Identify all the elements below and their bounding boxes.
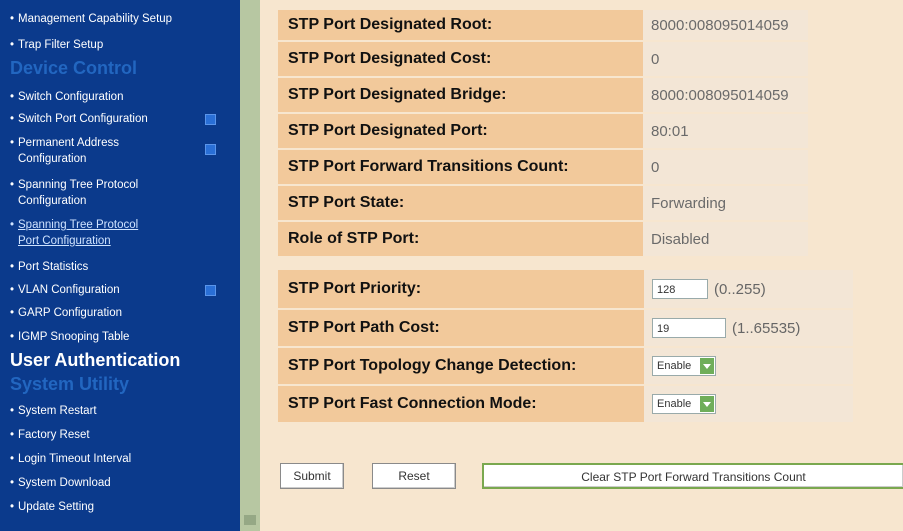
submenu-arrow-icon[interactable] xyxy=(205,285,216,296)
row-label: STP Port Priority: xyxy=(278,270,644,308)
topology-change-select[interactable]: Enable xyxy=(652,356,716,376)
row-value: 80:01 xyxy=(643,114,808,148)
table-row: STP Port Fast Connection Mode: Enable xyxy=(278,386,853,422)
nav-login-timeout-interval[interactable]: • Login Timeout Interval xyxy=(10,452,131,466)
table-row: STP Port State: Forwarding xyxy=(278,186,808,220)
nav-stp-configuration[interactable]: • Spanning Tree Protocol xyxy=(10,178,138,192)
nav-label: Permanent Address xyxy=(18,137,120,149)
chevron-down-icon[interactable] xyxy=(700,358,714,374)
main-content: STP Port Designated Root: 8000:008095014… xyxy=(260,0,903,531)
nav-update-setting[interactable]: • Update Setting xyxy=(10,500,94,514)
row-label: STP Port Designated Bridge: xyxy=(278,78,643,112)
nav-label: Port Configuration xyxy=(18,235,111,247)
submenu-arrow-icon[interactable] xyxy=(205,114,216,125)
nav-label: System Download xyxy=(18,477,111,489)
table-row: STP Port Forward Transitions Count: 0 xyxy=(278,150,808,184)
table-row: STP Port Priority: 128 (0..255) xyxy=(278,270,853,308)
nav-label: GARP Configuration xyxy=(18,307,122,319)
row-label: STP Port Forward Transitions Count: xyxy=(278,150,643,184)
clear-transitions-count-button[interactable]: Clear STP Port Forward Transitions Count xyxy=(482,463,903,489)
config-table: STP Port Priority: 128 (0..255) STP Port … xyxy=(278,268,853,424)
nav-stp-configuration-cont[interactable]: Configuration xyxy=(10,194,86,208)
frame-divider[interactable] xyxy=(240,0,260,531)
row-value: Enable xyxy=(644,348,853,384)
nav-garp-configuration[interactable]: • GARP Configuration xyxy=(10,306,122,320)
nav-label: Configuration xyxy=(18,195,87,207)
section-system-utility: System Utility xyxy=(10,374,130,394)
nav-label: VLAN Configuration xyxy=(18,284,120,296)
section-user-authentication[interactable]: User Authentication xyxy=(10,350,180,371)
priority-range: (0..255) xyxy=(714,280,766,298)
row-value: 0 xyxy=(643,42,808,76)
row-value: Forwarding xyxy=(643,186,808,220)
nav-label: Spanning Tree Protocol xyxy=(18,179,139,191)
select-value: Enable xyxy=(657,398,692,410)
nav-label: Configuration xyxy=(18,153,87,165)
sidebar-nav: • Management Capability Setup • Trap Filte… xyxy=(0,0,240,531)
nav-system-restart[interactable]: • System Restart xyxy=(10,404,97,418)
submit-button[interactable]: Submit xyxy=(280,463,344,489)
path-cost-input[interactable]: 19 xyxy=(652,318,726,338)
nav-label: Login Timeout Interval xyxy=(18,453,132,465)
row-label: STP Port Designated Root: xyxy=(278,10,643,40)
section-device-control: Device Control xyxy=(10,58,138,78)
fast-connection-select[interactable]: Enable xyxy=(652,394,716,414)
chevron-down-icon[interactable] xyxy=(700,396,714,412)
nav-igmp-snooping-table[interactable]: • IGMP Snooping Table xyxy=(10,330,129,344)
nav-vlan-configuration[interactable]: • VLAN Configuration xyxy=(10,283,120,297)
scroll-down-icon[interactable] xyxy=(244,515,256,525)
nav-management-capability-setup[interactable]: • Management Capability Setup xyxy=(10,12,172,26)
row-label: STP Port Topology Change Detection: xyxy=(278,348,644,384)
table-row: STP Port Designated Root: 8000:008095014… xyxy=(278,10,808,40)
nav-label: Switch Configuration xyxy=(18,91,124,103)
row-label: STP Port Designated Port: xyxy=(278,114,643,148)
row-value: Enable xyxy=(644,386,853,422)
table-row: STP Port Path Cost: 19 (1..65535) xyxy=(278,310,853,346)
table-row: STP Port Topology Change Detection: Enab… xyxy=(278,348,853,384)
table-row: STP Port Designated Port: 80:01 xyxy=(278,114,808,148)
nav-switch-port-configuration[interactable]: • Switch Port Configuration xyxy=(10,112,148,126)
nav-permanent-address-cont[interactable]: Configuration xyxy=(10,152,86,166)
row-value: 19 (1..65535) xyxy=(644,310,853,346)
nav-label: Spanning Tree Protocol xyxy=(18,219,139,231)
select-value: Enable xyxy=(657,360,692,372)
row-label: STP Port Path Cost: xyxy=(278,310,644,346)
row-value: Disabled xyxy=(643,222,808,256)
table-row: STP Port Designated Cost: 0 xyxy=(278,42,808,76)
nav-switch-configuration[interactable]: • Switch Configuration xyxy=(10,90,123,104)
nav-label: Trap Filter Setup xyxy=(18,39,104,51)
row-label: STP Port State: xyxy=(278,186,643,220)
reset-button[interactable]: Reset xyxy=(372,463,456,489)
nav-stp-port-configuration-cont[interactable]: Port Configuration xyxy=(10,234,111,248)
nav-label: Factory Reset xyxy=(18,429,90,441)
nav-label: Management Capability Setup xyxy=(18,13,173,25)
nav-permanent-address[interactable]: • Permanent Address xyxy=(10,136,119,150)
nav-system-download[interactable]: • System Download xyxy=(10,476,111,490)
row-value: 0 xyxy=(643,150,808,184)
row-label: STP Port Designated Cost: xyxy=(278,42,643,76)
table-row: Role of STP Port: Disabled xyxy=(278,222,808,256)
nav-port-statistics[interactable]: • Port Statistics xyxy=(10,260,88,274)
nav-label: Switch Port Configuration xyxy=(18,113,148,125)
table-row: STP Port Designated Bridge: 8000:0080950… xyxy=(278,78,808,112)
nav-label: System Restart xyxy=(18,405,97,417)
path-cost-range: (1..65535) xyxy=(732,319,801,337)
nav-factory-reset[interactable]: • Factory Reset xyxy=(10,428,90,442)
nav-label: Port Statistics xyxy=(18,261,89,273)
row-value: 8000:008095014059 xyxy=(643,10,808,40)
row-value: 8000:008095014059 xyxy=(643,78,808,112)
row-label: STP Port Fast Connection Mode: xyxy=(278,386,644,422)
nav-label: IGMP Snooping Table xyxy=(18,331,130,343)
submenu-arrow-icon[interactable] xyxy=(205,144,216,155)
nav-trap-filter-setup[interactable]: • Trap Filter Setup xyxy=(10,38,103,52)
row-value: 128 (0..255) xyxy=(644,270,853,308)
nav-label: Update Setting xyxy=(18,501,95,513)
nav-stp-port-configuration[interactable]: • Spanning Tree Protocol xyxy=(10,218,138,232)
row-label: Role of STP Port: xyxy=(278,222,643,256)
port-priority-input[interactable]: 128 xyxy=(652,279,708,299)
status-table: STP Port Designated Root: 8000:008095014… xyxy=(278,8,808,258)
